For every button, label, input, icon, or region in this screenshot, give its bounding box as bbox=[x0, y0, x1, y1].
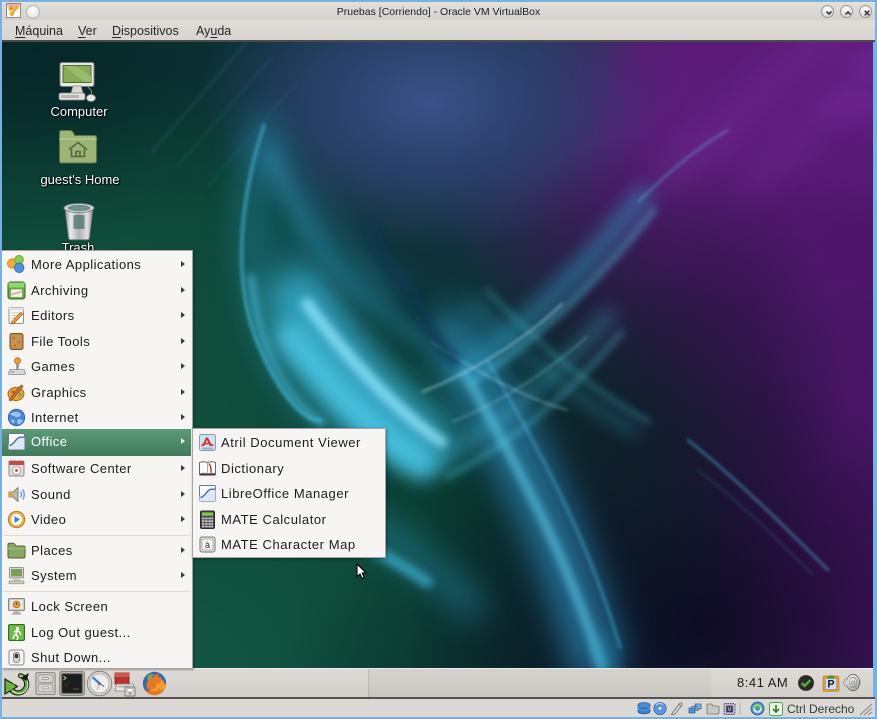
svg-text:P: P bbox=[827, 678, 834, 690]
svg-text:à: à bbox=[205, 540, 210, 550]
svg-text:V: V bbox=[728, 707, 732, 713]
